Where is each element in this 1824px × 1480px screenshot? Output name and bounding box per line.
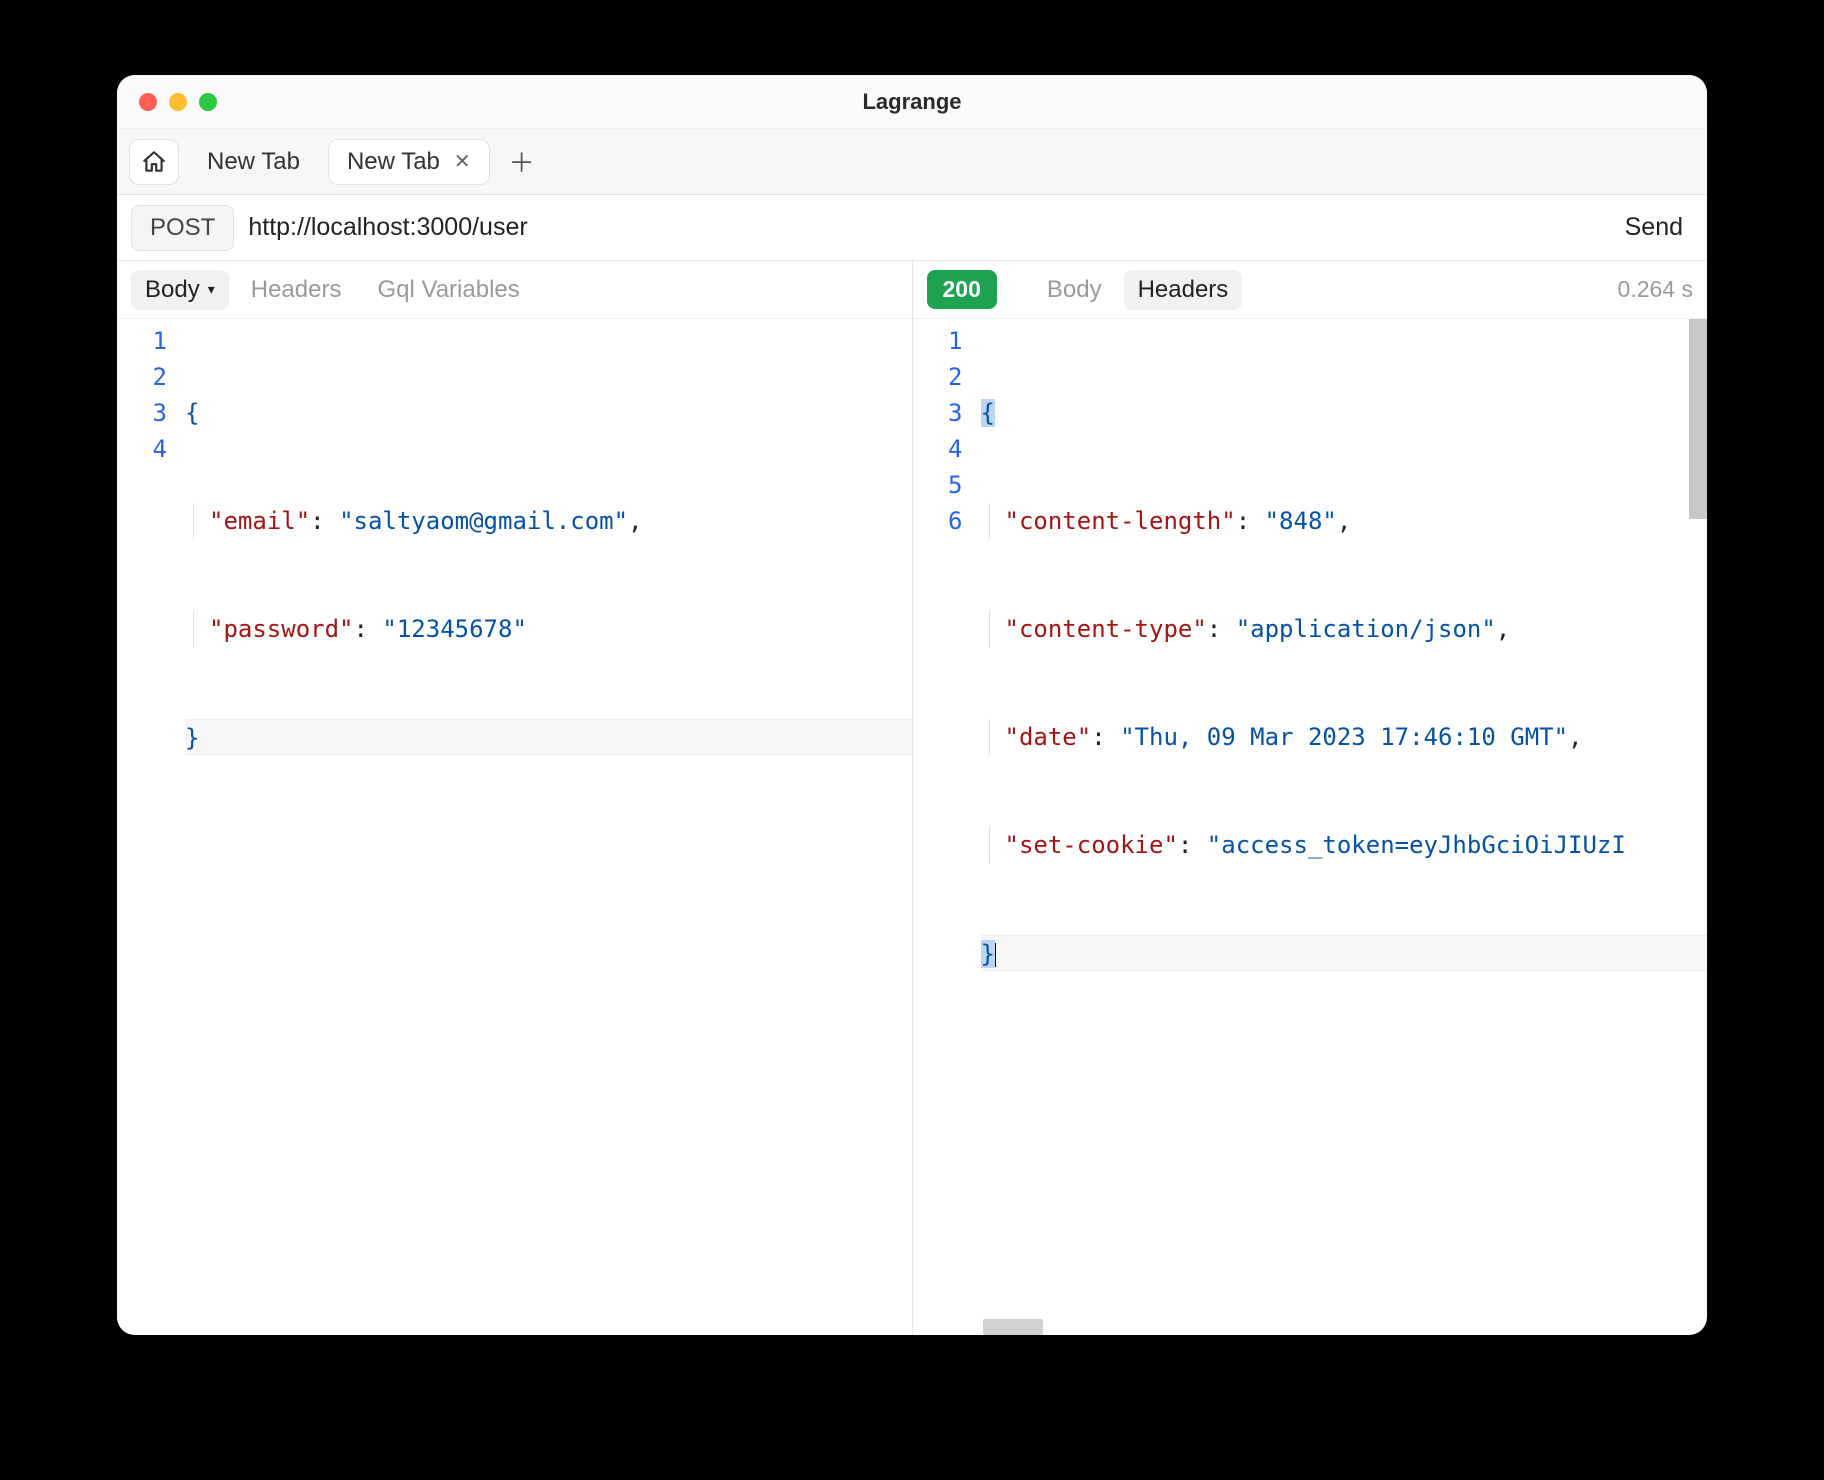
line-number: 3: [913, 395, 963, 431]
line-number: 6: [913, 503, 963, 539]
minimize-window-button[interactable]: [169, 93, 187, 111]
line-number: 3: [117, 395, 167, 431]
home-icon: [141, 149, 167, 175]
code-line: }: [185, 719, 912, 755]
response-panel: 200 Body Headers 0.264 s 1 2 3 4 5 6: [913, 261, 1708, 1335]
tab-label: Body: [1047, 276, 1102, 304]
line-number: 4: [913, 431, 963, 467]
request-panel-tabs: Body ▾ Headers Gql Variables: [117, 261, 912, 319]
url-input[interactable]: [248, 205, 1600, 251]
new-tab-button[interactable]: ＋: [500, 140, 544, 184]
send-button[interactable]: Send: [1615, 213, 1693, 242]
code-line: "set-cookie": "access_token=eyJhbGciOiJI…: [981, 827, 1708, 863]
line-number: 2: [913, 359, 963, 395]
maximize-window-button[interactable]: [199, 93, 217, 111]
close-window-button[interactable]: [139, 93, 157, 111]
line-number: 2: [117, 359, 167, 395]
request-tab-headers[interactable]: Headers: [237, 270, 356, 310]
traffic-lights: [117, 93, 217, 111]
response-timing: 0.264 s: [1618, 276, 1693, 303]
response-panel-tabs: 200 Body Headers 0.264 s: [913, 261, 1708, 319]
tab-label: New Tab: [347, 148, 440, 176]
code-line: "date": "Thu, 09 Mar 2023 17:46:10 GMT",: [981, 719, 1708, 755]
split-panels: Body ▾ Headers Gql Variables 1 2 3 4: [117, 261, 1707, 1335]
tab-label: Headers: [251, 276, 342, 304]
url-bar: POST Send: [117, 195, 1707, 261]
vertical-scrollbar[interactable]: [1689, 319, 1707, 519]
plus-icon: ＋: [509, 143, 535, 180]
code-line: "content-length": "848",: [981, 503, 1708, 539]
titlebar: Lagrange: [117, 75, 1707, 129]
tab-label: Headers: [1138, 276, 1229, 304]
code-line: "password": "12345678": [185, 611, 912, 647]
request-tab-body[interactable]: Body ▾: [131, 270, 229, 310]
line-gutter: 1 2 3 4: [117, 319, 177, 1335]
request-tab-gql[interactable]: Gql Variables: [363, 270, 533, 310]
code-line: "email": "saltyaom@gmail.com",: [185, 503, 912, 539]
code-area[interactable]: { "email": "saltyaom@gmail.com", "passwo…: [177, 319, 912, 1335]
code-line: {: [185, 395, 912, 431]
window-title: Lagrange: [117, 89, 1707, 115]
status-badge: 200: [927, 270, 997, 309]
request-panel: Body ▾ Headers Gql Variables 1 2 3 4: [117, 261, 913, 1335]
app-window: Lagrange New Tab New Tab ✕ ＋ POST Send B…: [117, 75, 1707, 1335]
horizontal-scrollbar[interactable]: [983, 1319, 1043, 1335]
response-tab-headers[interactable]: Headers: [1124, 270, 1243, 310]
response-headers-editor[interactable]: 1 2 3 4 5 6 { "content-length": "848", "…: [913, 319, 1708, 1335]
code-line: }: [981, 935, 1708, 971]
line-number: 1: [913, 323, 963, 359]
close-icon[interactable]: ✕: [454, 149, 471, 174]
tab-label: New Tab: [207, 148, 300, 176]
tab-active[interactable]: New Tab ✕: [328, 139, 490, 185]
code-line: {: [981, 395, 1708, 431]
line-number: 1: [117, 323, 167, 359]
tab-inactive[interactable]: New Tab: [189, 139, 318, 185]
line-number: 4: [117, 431, 167, 467]
text-caret: [995, 943, 996, 967]
line-gutter: 1 2 3 4 5 6: [913, 319, 973, 1335]
http-method-select[interactable]: POST: [131, 205, 234, 251]
code-area[interactable]: { "content-length": "848", "content-type…: [973, 319, 1708, 1335]
request-body-editor[interactable]: 1 2 3 4 { "email": "saltyaom@gmail.com",…: [117, 319, 912, 1335]
response-tab-body[interactable]: Body: [1033, 270, 1116, 310]
chevron-down-icon: ▾: [208, 281, 215, 298]
line-number: 5: [913, 467, 963, 503]
tab-bar: New Tab New Tab ✕ ＋: [117, 129, 1707, 195]
code-line: "content-type": "application/json",: [981, 611, 1708, 647]
tab-label: Gql Variables: [377, 276, 519, 304]
home-button[interactable]: [129, 139, 179, 185]
method-label: POST: [150, 214, 215, 242]
tab-label: Body: [145, 276, 200, 304]
